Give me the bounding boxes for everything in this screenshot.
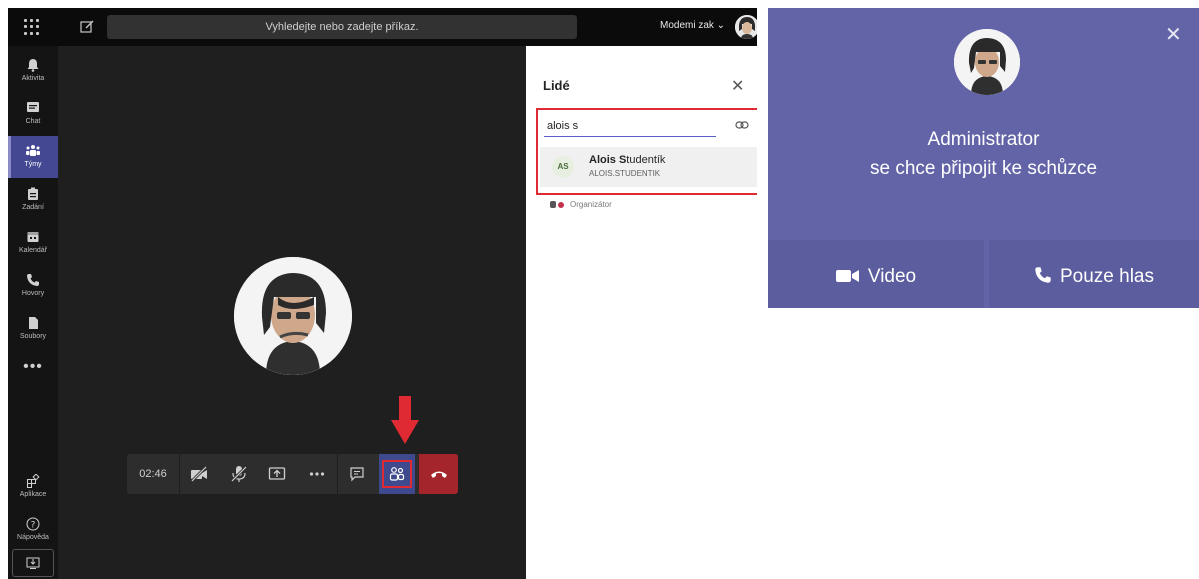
rail-item-help[interactable]: ? Nápověda [8, 509, 58, 551]
app-launcher-icon[interactable] [24, 19, 40, 35]
camera-toggle-button[interactable] [183, 454, 215, 494]
new-chat-icon[interactable] [79, 19, 95, 35]
rail-item-assignments[interactable]: Zadání [8, 179, 58, 221]
share-screen-icon [268, 467, 286, 480]
more-icon [309, 472, 325, 476]
rail-item-label: Týmy [24, 161, 42, 168]
rail-item-calls[interactable]: Hovory [8, 265, 58, 307]
rail-item-label: Kalendář [18, 247, 48, 254]
rail-item-apps[interactable]: Aplikace [8, 466, 58, 508]
phone-icon [27, 274, 39, 286]
meeting-stage: 02:46 [58, 46, 526, 579]
join-video-button[interactable]: Video [768, 240, 984, 308]
rail-item-label: Zadání [22, 204, 44, 211]
download-icon [26, 557, 40, 569]
participant-avatar [234, 257, 352, 375]
search-input[interactable]: Vyhledejte nebo zadejte příkaz. [107, 15, 577, 39]
participants-button[interactable] [379, 454, 415, 494]
panel-title: Lidé [543, 78, 570, 93]
call-controls: 02:46 [127, 454, 458, 494]
rail-item-chat[interactable]: Chat [8, 93, 58, 135]
avatar[interactable] [735, 15, 757, 39]
notification-message: se chce připojit ke schůzce [869, 158, 1098, 179]
rail-item-files[interactable]: Soubory [8, 308, 58, 350]
rail-item-activity[interactable]: Aktivita [8, 50, 58, 92]
people-panel: Lidé ✕ alois s AS Alois Studentík ALOIS.… [526, 46, 757, 579]
assignments-icon [28, 187, 38, 200]
mic-toggle-button[interactable] [223, 454, 255, 494]
highlight-box [382, 460, 412, 488]
phone-icon [1035, 267, 1051, 283]
status-badge [558, 201, 564, 208]
rail-item-label: Aktivita [21, 75, 45, 82]
rail-item-label: Chat [25, 118, 41, 125]
account-menu[interactable]: Modemi zak ⌄ [660, 20, 725, 31]
rail-item-calendar[interactable]: Kalendář [8, 222, 58, 264]
download-app-button[interactable] [12, 549, 54, 577]
bell-icon [27, 59, 39, 72]
svg-text:?: ? [31, 521, 36, 531]
join-request-notification: ✕ Administrator se chce připojit ke schů… [768, 8, 1199, 308]
caller-name: Administrator [927, 129, 1040, 150]
call-timer: 02:46 [139, 468, 167, 480]
title-bar: Vyhledejte nebo zadejte příkaz. Modemi z… [8, 8, 757, 46]
rail-item-label: Aplikace [19, 491, 47, 498]
video-camera-icon [835, 270, 859, 282]
chat-icon [350, 467, 364, 482]
app-rail: Aktivita Chat Týmy Zadání Kalendář Hovor… [8, 46, 58, 579]
mic-off-icon [230, 465, 248, 483]
conversation-button[interactable] [341, 454, 373, 494]
rail-item-label: Soubory [19, 333, 47, 340]
rail-item-label: Nápověda [17, 534, 49, 541]
files-icon [29, 317, 38, 329]
chat-icon [27, 102, 39, 112]
more-apps-icon[interactable]: ••• [8, 358, 58, 376]
close-icon[interactable]: ✕ [731, 76, 744, 96]
teams-icon [26, 145, 40, 156]
rail-item-teams[interactable]: Týmy [8, 136, 58, 178]
join-audio-button[interactable]: Pouze hlas [989, 240, 1199, 308]
camera-off-icon [190, 465, 208, 483]
avatar [954, 29, 1020, 95]
close-icon[interactable]: ✕ [1165, 22, 1182, 47]
rail-item-label: Hovory [21, 290, 45, 297]
share-screen-button[interactable] [261, 454, 293, 494]
red-arrow-icon [391, 396, 419, 444]
highlight-box [536, 108, 757, 195]
apps-icon [27, 474, 40, 488]
teams-window: Vyhledejte nebo zadejte příkaz. Modemi z… [8, 8, 757, 579]
hang-up-button[interactable] [419, 454, 458, 494]
organizer-row: Organizátor [550, 200, 612, 209]
more-actions-button[interactable] [301, 454, 333, 494]
hang-up-icon [430, 471, 447, 478]
help-icon: ? [26, 517, 40, 531]
calendar-icon [27, 232, 39, 242]
